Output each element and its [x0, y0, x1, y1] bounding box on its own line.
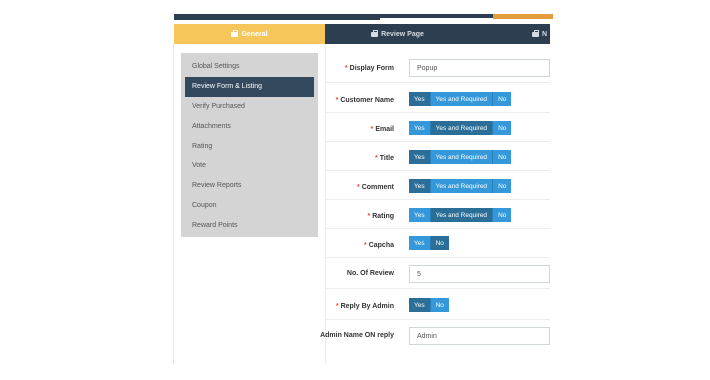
no-button[interactable]: No: [493, 208, 512, 222]
admin-name-row: Admin Name ON reply Admin: [320, 320, 550, 364]
customer-name-row: * Customer Name Yes Yes and Required No: [326, 83, 550, 113]
admin-name-label: Admin Name ON reply: [320, 332, 394, 339]
tab-label: General: [241, 30, 268, 38]
yes-button[interactable]: Yes: [409, 150, 431, 164]
yes-required-button[interactable]: Yes and Required: [430, 208, 494, 222]
yes-required-button[interactable]: Yes and Required: [430, 92, 494, 106]
comment-row: * Comment Yes Yes and Required No: [326, 171, 550, 200]
yes-button[interactable]: Yes: [409, 92, 431, 106]
yes-button[interactable]: Yes: [409, 298, 431, 312]
yes-button[interactable]: Yes: [409, 208, 431, 222]
display-form-label: * Display Form: [344, 65, 394, 72]
comment-toggle: Yes Yes and Required No: [409, 179, 512, 193]
capcha-row: * Capcha Yes No: [326, 229, 550, 258]
yes-button[interactable]: Yes: [409, 121, 431, 135]
capcha-label: * Capcha: [363, 242, 394, 249]
no-button[interactable]: No: [493, 150, 512, 164]
title-label: * Title: [375, 155, 394, 162]
top-header-bar-segment: [380, 14, 493, 18]
settings-sidebar: Global Settings Review Form & Listing Ve…: [181, 53, 318, 237]
sidebar-item-verify-purchased[interactable]: Verify Purchased: [185, 97, 314, 117]
sidebar-item-coupon[interactable]: Coupon: [185, 196, 314, 216]
reply-by-admin-row: * Reply By Admin Yes No: [326, 289, 550, 320]
display-form-row: * Display Form Popup: [326, 55, 550, 83]
email-row: * Email Yes Yes and Required No: [326, 113, 550, 142]
comment-label: * Comment: [356, 184, 394, 191]
sidebar-item-review-form-listing[interactable]: Review Form & Listing: [185, 76, 314, 97]
customer-name-label: * Customer Name: [335, 97, 394, 104]
page-border: [173, 44, 174, 364]
settings-tabs: General Review Page N: [174, 24, 550, 44]
sidebar-item-global-settings[interactable]: Global Settings: [185, 57, 314, 77]
no-button[interactable]: No: [430, 236, 449, 250]
title-toggle: Yes Yes and Required No: [409, 150, 512, 164]
rating-label: * Rating: [367, 213, 394, 220]
yes-required-button[interactable]: Yes and Required: [430, 150, 494, 164]
capcha-toggle: Yes No: [409, 236, 449, 250]
no-button[interactable]: No: [493, 92, 512, 106]
rating-toggle: Yes Yes and Required No: [409, 208, 512, 222]
sidebar-item-rating[interactable]: Rating: [185, 136, 314, 156]
tab-general[interactable]: General: [174, 24, 325, 44]
rating-row: * Rating Yes Yes and Required No: [326, 200, 550, 229]
reply-by-admin-toggle: Yes No: [409, 298, 449, 312]
customer-name-toggle: Yes Yes and Required No: [409, 92, 512, 106]
email-toggle: Yes Yes and Required No: [409, 121, 512, 135]
top-header-bar: [174, 14, 380, 20]
admin-name-input[interactable]: Admin: [409, 327, 550, 345]
tab-more[interactable]: N: [470, 24, 550, 44]
tab-label: N: [542, 30, 548, 38]
sidebar-item-attachments[interactable]: Attachments: [185, 116, 314, 136]
no-button[interactable]: No: [493, 121, 512, 135]
no-button[interactable]: No: [430, 298, 449, 312]
briefcase-icon: [371, 29, 379, 37]
sidebar-item-reward-points[interactable]: Reward Points: [185, 215, 314, 235]
no-of-review-row: No. Of Review 5: [326, 258, 550, 289]
tab-review-page[interactable]: Review Page: [325, 24, 470, 44]
sidebar-item-review-reports[interactable]: Review Reports: [185, 176, 314, 196]
briefcase-icon: [532, 29, 539, 37]
yes-button[interactable]: Yes: [409, 179, 431, 193]
yes-button[interactable]: Yes: [409, 236, 431, 250]
email-label: * Email: [370, 126, 394, 133]
yes-required-button[interactable]: Yes and Required: [430, 121, 494, 135]
no-of-review-input[interactable]: 5: [409, 265, 550, 283]
display-form-select[interactable]: Popup: [409, 59, 550, 77]
no-button[interactable]: No: [493, 179, 512, 193]
top-header-accent: [493, 14, 553, 19]
briefcase-icon: [231, 29, 239, 37]
no-of-review-label: No. Of Review: [346, 270, 394, 277]
title-row: * Title Yes Yes and Required No: [326, 142, 550, 171]
yes-required-button[interactable]: Yes and Required: [430, 179, 494, 193]
tab-label: Review Page: [381, 30, 424, 38]
sidebar-item-vote[interactable]: Vote: [185, 156, 314, 176]
reply-by-admin-label: * Reply By Admin: [335, 303, 394, 310]
